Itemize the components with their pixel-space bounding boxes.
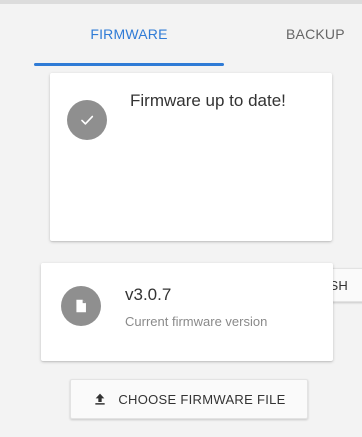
tab-firmware[interactable]: FIRMWARE: [34, 4, 224, 64]
firmware-version-card: v3.0.7 Current firmware version: [41, 263, 333, 361]
active-tab-indicator: [34, 63, 224, 66]
tab-backup-label: BACKUP: [286, 26, 345, 42]
upload-icon: [92, 391, 108, 407]
firmware-version-subtitle: Current firmware version: [125, 314, 268, 329]
tab-backup[interactable]: BACKUP: [250, 4, 362, 64]
choose-firmware-file-label: CHOOSE FIRMWARE FILE: [118, 391, 286, 407]
tab-firmware-label: FIRMWARE: [90, 26, 168, 42]
firmware-status-text: Firmware up to date!: [130, 91, 286, 110]
file-icon: [61, 286, 101, 326]
firmware-status-card: Firmware up to date! REFRESH: [50, 73, 362, 302]
check-circle-icon: [67, 100, 107, 140]
tab-bar: FIRMWARE BACKUP: [0, 4, 362, 64]
choose-firmware-file-button[interactable]: CHOOSE FIRMWARE FILE: [70, 379, 308, 419]
firmware-version-number: v3.0.7: [125, 285, 172, 304]
